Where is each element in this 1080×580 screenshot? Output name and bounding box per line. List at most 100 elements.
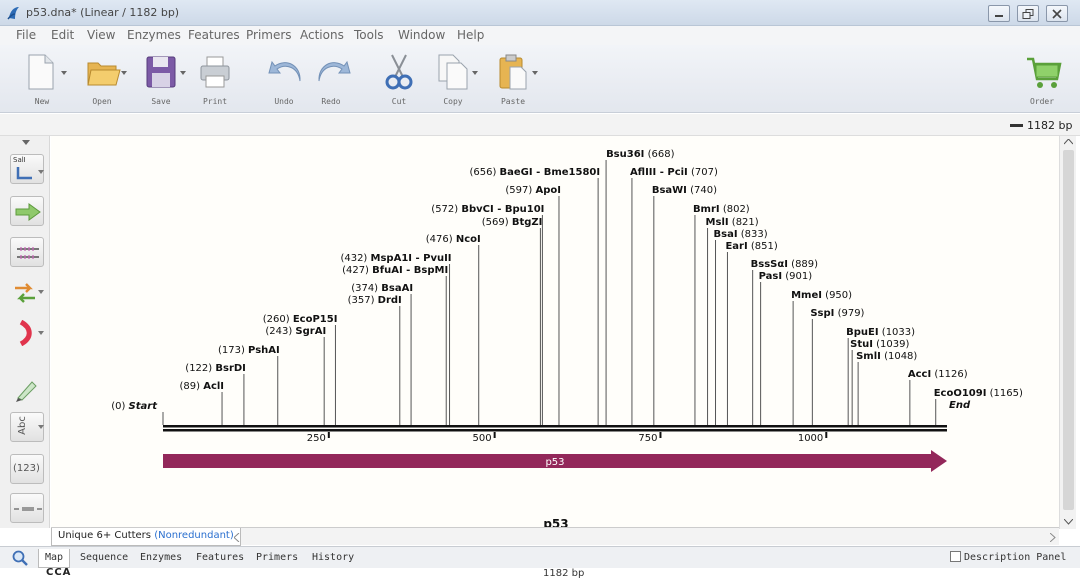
toolbar: New Open Save Print Undo Redo Cut Copy P… <box>0 45 1080 113</box>
sequence-view-button[interactable] <box>10 237 44 267</box>
menu-bar: File Edit View Enzymes Features Primers … <box>0 26 1080 45</box>
ruler-tick-label: 750 <box>638 433 657 444</box>
text-button-label: Abc <box>16 416 28 435</box>
redo-button[interactable]: Redo <box>301 51 361 109</box>
pen-icon <box>16 381 37 402</box>
print-button[interactable]: Print <box>185 51 245 109</box>
enzyme-site-label[interactable]: BsaI (833) <box>714 229 768 240</box>
description-panel-label: Description Panel <box>964 552 1067 563</box>
paste-button[interactable]: Paste <box>483 51 543 109</box>
ruler-tick <box>493 432 496 438</box>
vertical-scrollbar[interactable] <box>1059 136 1076 529</box>
enzyme-site-label[interactable]: (173) PshAI <box>218 345 280 356</box>
bracket-icon <box>19 320 32 346</box>
tab-enzymes[interactable]: Enzymes <box>134 549 188 568</box>
enzyme-site-label[interactable]: (476) NcoI <box>426 234 481 245</box>
order-button[interactable]: Order <box>1012 51 1072 109</box>
redo-label: Redo <box>321 97 341 106</box>
menu-tools[interactable]: Tools <box>354 28 384 42</box>
tab-features[interactable]: Features <box>190 549 250 568</box>
enzyme-site-label[interactable]: Bsu36I (668) <box>606 149 675 160</box>
left-sidebar: SalI Abc (123) <box>0 136 50 528</box>
menu-primers[interactable]: Primers <box>246 28 292 42</box>
save-label: Save <box>151 97 171 106</box>
enzyme-site-label[interactable]: SspI (979) <box>810 308 864 319</box>
clipboard-icon <box>499 54 527 90</box>
enzyme-site-label[interactable]: (374) BsaAI <box>351 283 413 294</box>
enzyme-site-label[interactable]: BssSαI (889) <box>751 259 818 270</box>
enzyme-site-label[interactable]: (260) EcoP15I <box>263 314 338 325</box>
enzyme-site-label[interactable]: (656) BaeGI - Bme1580I <box>469 167 600 178</box>
enzyme-site-label[interactable]: (122) BsrDI <box>185 363 246 374</box>
cut-button[interactable]: Cut <box>369 51 429 109</box>
open-button[interactable]: Open <box>72 51 132 109</box>
enzyme-site-label[interactable]: (597) ApoI <box>505 185 561 196</box>
close-button[interactable] <box>1046 5 1068 22</box>
map-header: 1182 bp <box>0 114 1080 136</box>
menu-view[interactable]: View <box>87 28 115 42</box>
menu-enzymes[interactable]: Enzymes <box>127 28 181 42</box>
enzyme-site-label[interactable]: PasI (901) <box>759 271 813 282</box>
menu-file[interactable]: File <box>16 28 36 42</box>
scroll-thumb[interactable] <box>1063 150 1074 510</box>
restriction-map[interactable]: 250 500 750 1000 (0) Start (89) AclI (122) Bsr… <box>51 136 1059 531</box>
numbering-button[interactable]: (123) <box>10 454 44 484</box>
copy-button[interactable]: Copy <box>423 51 483 109</box>
start-label: (0) Start <box>111 401 158 412</box>
menu-window[interactable]: Window <box>398 28 445 42</box>
tab-map[interactable]: Map <box>38 549 71 568</box>
description-panel-checkbox[interactable] <box>950 551 961 562</box>
enzyme-site-label[interactable]: (569) BtgZI <box>482 217 543 228</box>
enzyme-set-tab[interactable]: Unique 6+ Cutters (Nonredundant) <box>51 528 241 546</box>
enzyme-site-label[interactable]: BsaWI (740) <box>652 185 717 196</box>
menu-actions[interactable]: Actions <box>300 28 344 42</box>
search-icon[interactable] <box>12 550 28 566</box>
order-label: Order <box>1029 97 1055 106</box>
tab-primers[interactable]: Primers <box>250 549 304 568</box>
scroll-down-icon[interactable] <box>1064 519 1073 525</box>
enzyme-site-label[interactable]: BpuEI (1033) <box>846 327 915 338</box>
feature-arrow-button[interactable] <box>10 196 44 226</box>
enzyme-site-label[interactable]: MslI (821) <box>706 217 759 228</box>
sequence-length: 1182 bp <box>1027 119 1073 132</box>
minimize-button[interactable] <box>988 5 1010 22</box>
enzyme-site-label[interactable]: EarI (851) <box>725 241 777 252</box>
menu-help[interactable]: Help <box>457 28 484 42</box>
enzyme-site-label[interactable]: AccI (1126) <box>908 369 968 380</box>
tab-sequence[interactable]: Sequence <box>74 549 134 568</box>
enzyme-site-label[interactable]: (572) BbvCI - Bpu10I <box>431 204 544 215</box>
scroll-up-icon[interactable] <box>1064 139 1073 145</box>
linear-map[interactable]: 250 500 750 1000 (0) Start (89) AclI (122) Bsr… <box>51 136 1059 531</box>
scroll-right-icon[interactable] <box>1050 533 1056 542</box>
pen-button[interactable] <box>10 372 44 402</box>
new-button[interactable]: New <box>12 51 72 109</box>
enzyme-site-label[interactable]: StuI (1039) <box>850 339 909 350</box>
copy-label: Copy <box>443 97 463 106</box>
menu-edit[interactable]: Edit <box>51 28 74 42</box>
enzyme-site-label[interactable]: SmlI (1048) <box>856 351 917 362</box>
minimize-icon <box>995 15 1003 17</box>
folder-icon <box>87 62 121 86</box>
new-label: New <box>34 97 50 106</box>
collapse-icon[interactable] <box>22 140 30 146</box>
enzyme-choose-button[interactable]: SalI <box>10 154 44 184</box>
scroll-left-icon[interactable] <box>234 533 240 542</box>
description-panel-toggle[interactable]: Description Panel <box>950 551 1066 563</box>
sequence-preview: CCA <box>46 568 72 578</box>
enzyme-site-label[interactable]: MmeI (950) <box>791 290 852 301</box>
enzyme-site-label[interactable]: EcoO109I (1165) <box>934 388 1023 399</box>
enzyme-site-label[interactable]: (89) AclI <box>179 381 224 392</box>
enzyme-site-label[interactable]: BmrI (802) <box>693 204 750 215</box>
enzyme-site-label[interactable]: (432) MspA1I - PvuII <box>340 253 451 264</box>
restore-button[interactable] <box>1017 5 1039 22</box>
enzyme-site-label[interactable]: (243) SgrAI <box>265 326 326 337</box>
menu-features[interactable]: Features <box>188 28 240 42</box>
enzyme-site-label[interactable]: AflIII - PciI (707) <box>630 167 718 178</box>
enzyme-site-label[interactable]: (357) DrdI <box>348 295 402 306</box>
enzyme-cut-icon <box>16 167 32 180</box>
enzyme-site-label[interactable]: (427) BfuAI - BspMI <box>342 265 448 276</box>
ruler-tick-label: 1000 <box>798 433 823 444</box>
save-button[interactable]: Save <box>131 51 191 109</box>
ruler-button[interactable] <box>10 493 44 523</box>
tab-history[interactable]: History <box>306 549 360 568</box>
